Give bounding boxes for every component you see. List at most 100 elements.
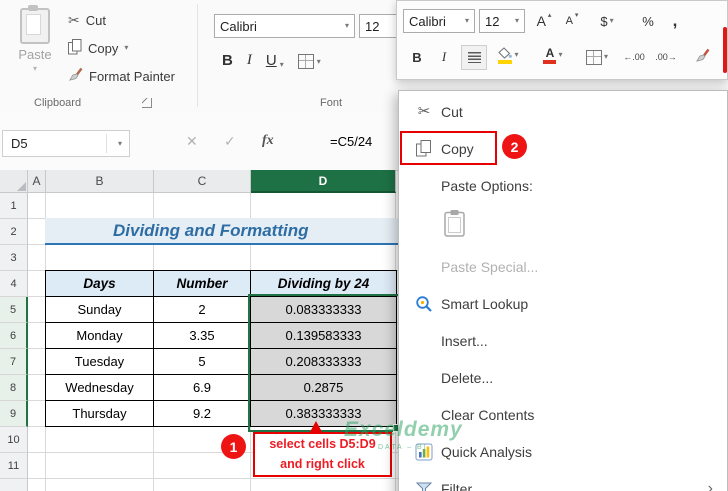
grow-font-button[interactable]: A ▴ <box>531 9 557 33</box>
menu-item-label: Paste Special... <box>441 258 539 275</box>
table-header-days[interactable]: Days <box>45 270 154 297</box>
cell-B6[interactable]: Monday <box>45 322 154 349</box>
mini-font-size-combo[interactable]: 12 <box>479 9 525 33</box>
row-header-6[interactable]: 6 <box>0 323 28 349</box>
cell-B9[interactable]: Thursday <box>45 400 154 427</box>
underline-label: U <box>265 52 277 69</box>
menu-item-label: Clear Contents <box>441 406 535 423</box>
cell-title-B2[interactable]: Dividing and Formatting <box>45 218 398 245</box>
copy-highlight-box <box>400 131 497 165</box>
menu-item-label: Filter <box>441 480 473 491</box>
menu-item-insert[interactable]: Insert... <box>399 322 727 359</box>
ribbon-cut-button[interactable]: ✂ Cut <box>68 8 106 32</box>
menu-item-filter[interactable]: Filter › <box>399 470 727 491</box>
mini-toolbar: Calibri 12 A▴ A▾ $ % , B I A ←.00 .00→ <box>396 0 728 80</box>
align-center-button[interactable] <box>461 45 487 70</box>
font-name-value: Calibri <box>220 18 257 34</box>
column-header-c[interactable]: C <box>154 170 251 193</box>
row-header-3[interactable]: 3 <box>0 245 28 271</box>
font-color-icon: A <box>543 45 557 64</box>
row-header-7[interactable]: 7 <box>0 349 28 375</box>
enter-button[interactable]: ✓ <box>224 133 236 150</box>
menu-item-clear-contents[interactable]: Clear Contents <box>399 396 727 433</box>
dialog-launcher-icon[interactable] <box>142 98 152 108</box>
cell-C5[interactable]: 2 <box>153 296 251 323</box>
comma-style-button[interactable]: , <box>665 9 685 33</box>
mini-format-painter-button[interactable] <box>689 45 715 69</box>
mini-borders-button[interactable] <box>581 45 613 69</box>
cell-B7[interactable]: Tuesday <box>45 348 154 375</box>
formula-input[interactable]: =C5/24 <box>330 134 372 149</box>
borders-icon <box>297 54 314 69</box>
cell-B8[interactable]: Wednesday <box>45 374 154 401</box>
borders-icon <box>585 49 602 65</box>
borders-button[interactable] <box>297 54 321 69</box>
font-color-label: A <box>545 45 555 60</box>
shrink-font-label: A <box>565 15 573 27</box>
accounting-format-button[interactable]: $ <box>591 9 623 33</box>
fill-color-button[interactable] <box>491 43 525 67</box>
percent-style-button[interactable]: % <box>637 9 659 33</box>
copy-label: Copy <box>88 40 119 56</box>
mini-bold-button[interactable]: B <box>407 45 427 69</box>
bold-button[interactable]: B <box>222 52 233 69</box>
group-divider <box>197 4 198 107</box>
paste-button[interactable]: Paste <box>8 5 62 91</box>
cell-C6[interactable]: 3.35 <box>153 322 251 349</box>
red-annotation-edge <box>723 27 727 73</box>
font-size-combo[interactable]: 12 <box>359 14 399 38</box>
cell-C7[interactable]: 5 <box>153 348 251 375</box>
shrink-font-button[interactable]: A ▾ <box>559 9 585 33</box>
menu-item-quick-analysis[interactable]: Quick Analysis <box>399 433 727 470</box>
menu-item-delete[interactable]: Delete... <box>399 359 727 396</box>
column-header-b[interactable]: B <box>46 170 154 193</box>
menu-item-label: Quick Analysis <box>441 443 533 460</box>
step-1-badge: 1 <box>221 434 246 459</box>
menu-item-smart-lookup[interactable]: Smart Lookup <box>399 285 727 322</box>
table-header-number[interactable]: Number <box>153 270 251 297</box>
cell-B5[interactable]: Sunday <box>45 296 154 323</box>
row-header-4[interactable]: 4 <box>0 271 28 297</box>
menu-item-label: Paste Options: <box>441 177 533 194</box>
mini-font-name-combo[interactable]: Calibri <box>403 9 475 33</box>
menu-item-label: Cut <box>441 103 463 120</box>
font-color-button[interactable]: A <box>537 43 569 67</box>
paste-clipboard-button[interactable] <box>443 209 467 243</box>
row-header-2[interactable]: 2 <box>0 219 28 245</box>
ribbon-copy-button[interactable]: Copy <box>68 36 128 60</box>
mini-italic-button[interactable]: I <box>435 45 453 69</box>
column-header-d-selected[interactable]: D <box>251 170 396 193</box>
row-header-10[interactable]: 10 <box>0 427 28 453</box>
underline-button[interactable]: U <box>266 52 284 69</box>
annotation-arrow-icon <box>310 421 322 432</box>
name-box[interactable]: D5 <box>2 130 130 157</box>
menu-item-paste-special[interactable]: Paste Special... <box>399 248 727 285</box>
font-size-value: 12 <box>365 18 380 34</box>
cell-C9[interactable]: 9.2 <box>153 400 251 427</box>
font-name-combo[interactable]: Calibri <box>214 14 355 38</box>
paste-label: Paste <box>18 47 52 62</box>
step-2-badge: 2 <box>502 134 527 159</box>
menu-item-cut[interactable]: ✂ Cut <box>399 93 727 130</box>
cell-C8[interactable]: 6.9 <box>153 374 251 401</box>
cancel-button[interactable]: ✕ <box>186 133 198 150</box>
fill-color-icon <box>497 46 513 64</box>
italic-button[interactable]: I <box>247 52 252 69</box>
clipboard-icon <box>20 5 50 44</box>
row-header-11[interactable]: 11 <box>0 453 28 479</box>
row-header-9[interactable]: 9 <box>0 401 28 427</box>
select-all-corner[interactable] <box>0 170 28 193</box>
down-arrow-icon: ▾ <box>574 12 579 19</box>
row-header-5[interactable]: 5 <box>0 297 28 323</box>
row-header-1[interactable]: 1 <box>0 193 28 219</box>
format-painter-button[interactable]: Format Painter <box>68 64 175 88</box>
row-header-12-partial[interactable] <box>0 479 28 491</box>
insert-function-button[interactable]: fx <box>262 133 274 149</box>
chevron-down-icon <box>610 17 614 25</box>
table-header-dividing[interactable]: Dividing by 24 <box>250 270 397 297</box>
increase-decimal-button[interactable]: ←.00 <box>619 45 649 69</box>
column-header-a[interactable]: A <box>28 170 46 193</box>
filter-icon <box>407 482 441 491</box>
row-header-8[interactable]: 8 <box>0 375 28 401</box>
decrease-decimal-button[interactable]: .00→ <box>651 45 681 69</box>
